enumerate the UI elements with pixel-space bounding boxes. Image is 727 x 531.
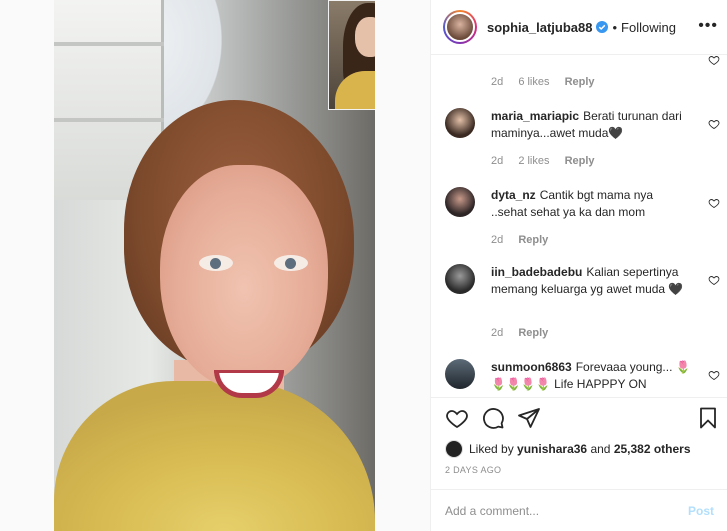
reply-button[interactable]: Reply bbox=[518, 234, 548, 246]
avatar[interactable] bbox=[445, 108, 475, 138]
share-paper-plane-icon[interactable] bbox=[517, 406, 541, 430]
post-header: sophia_latjuba88 • Following ••• bbox=[431, 0, 727, 55]
more-horizontal-icon[interactable]: ••• bbox=[698, 17, 718, 35]
verified-badge-icon bbox=[596, 21, 609, 33]
heart-outline-icon[interactable] bbox=[708, 369, 720, 381]
following-button[interactable]: Following bbox=[621, 20, 676, 35]
avatar[interactable] bbox=[445, 187, 475, 217]
separator-dot: • bbox=[612, 19, 618, 35]
comment-username[interactable]: maria_mariapic bbox=[491, 109, 579, 123]
post-photo[interactable] bbox=[54, 0, 375, 531]
like-heart-icon[interactable] bbox=[445, 406, 469, 430]
instagram-post-page: sophia_latjuba88 • Following ••• 2d 6 li… bbox=[0, 0, 727, 531]
comment-age: 2d bbox=[491, 234, 504, 246]
comment-age: 2d bbox=[491, 327, 504, 339]
comment-username[interactable]: sunmoon6863 bbox=[491, 360, 572, 374]
avatar[interactable] bbox=[445, 264, 475, 294]
add-comment-bar: Post bbox=[431, 489, 727, 531]
username-link[interactable]: sophia_latjuba88 bbox=[487, 20, 592, 35]
comment-likes[interactable]: 2 likes bbox=[518, 155, 549, 167]
heart-outline-icon[interactable] bbox=[708, 56, 720, 66]
likes-summary[interactable]: Liked by yunishara36 and 25,382 others bbox=[445, 440, 691, 458]
comment-username[interactable]: iin_badebadebu bbox=[491, 265, 582, 279]
likes-count[interactable]: 25,382 others bbox=[614, 442, 691, 456]
heart-outline-icon[interactable] bbox=[708, 274, 720, 286]
post-timestamp[interactable]: 2 DAYS AGO bbox=[445, 465, 501, 475]
liker-username[interactable]: yunishara36 bbox=[517, 442, 587, 456]
reply-button[interactable]: Reply bbox=[565, 76, 595, 88]
bookmark-icon[interactable] bbox=[696, 406, 720, 430]
post-side-panel: sophia_latjuba88 • Following ••• 2d 6 li… bbox=[430, 0, 727, 531]
heart-outline-icon[interactable] bbox=[708, 118, 720, 130]
post-actions-bar bbox=[431, 397, 727, 439]
reply-button[interactable]: Reply bbox=[518, 327, 548, 339]
comment-age: 2d bbox=[491, 76, 504, 88]
avatar bbox=[445, 440, 463, 458]
heart-outline-icon[interactable] bbox=[708, 197, 720, 209]
reply-button[interactable]: Reply bbox=[565, 155, 595, 167]
comment-age: 2d bbox=[491, 155, 504, 167]
comment-input[interactable] bbox=[445, 503, 688, 518]
avatar[interactable] bbox=[445, 359, 475, 389]
comment-bubble-icon[interactable] bbox=[481, 406, 505, 430]
avatar[interactable] bbox=[443, 10, 477, 44]
comment-likes[interactable]: 6 likes bbox=[518, 76, 549, 88]
post-comment-button[interactable]: Post bbox=[688, 504, 714, 518]
comment-username[interactable]: dyta_nz bbox=[491, 188, 536, 202]
video-call-inset bbox=[328, 0, 375, 110]
comments-list[interactable]: 2d 6 likes Reply maria_mariapic Berati tu… bbox=[431, 56, 727, 396]
